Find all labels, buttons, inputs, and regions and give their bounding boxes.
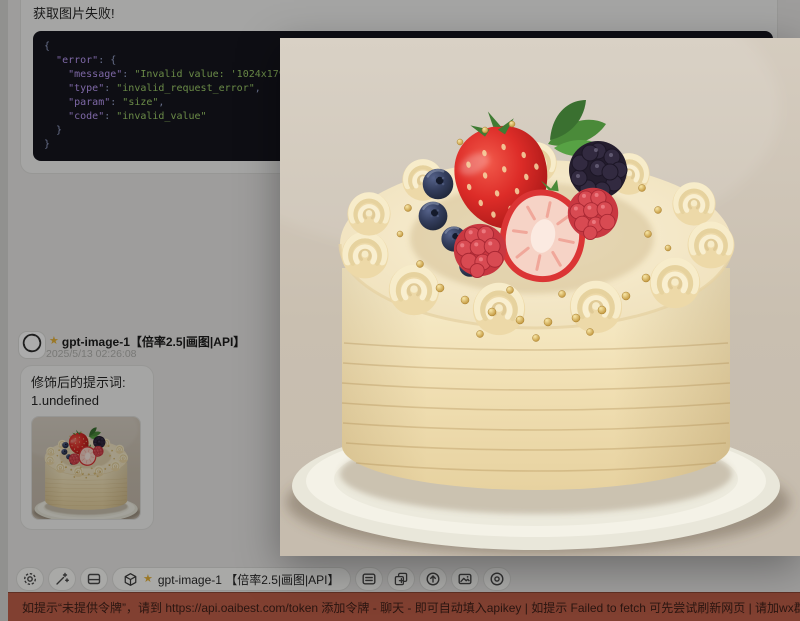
image-preview[interactable]: [280, 38, 800, 556]
